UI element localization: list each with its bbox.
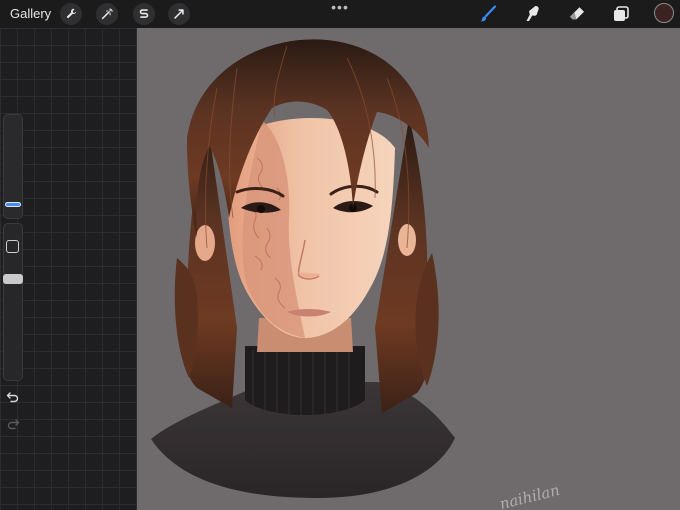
portrait-artwork bbox=[151, 39, 455, 498]
color-swatch[interactable] bbox=[654, 3, 674, 23]
undo-icon[interactable] bbox=[5, 389, 21, 405]
selection-s-icon[interactable] bbox=[133, 3, 155, 25]
magic-wand-icon[interactable] bbox=[96, 3, 118, 25]
square-modify-icon[interactable] bbox=[6, 240, 19, 253]
eraser-icon[interactable] bbox=[565, 3, 589, 25]
top-toolbar: Gallery ••• bbox=[0, 0, 680, 28]
brush-icon[interactable] bbox=[476, 3, 500, 25]
gallery-button[interactable]: Gallery bbox=[10, 6, 51, 21]
smudge-icon[interactable] bbox=[521, 3, 545, 25]
turtleneck-collar bbox=[245, 346, 365, 415]
more-options-button[interactable]: ••• bbox=[330, 0, 350, 16]
layers-icon[interactable] bbox=[609, 3, 633, 25]
redo-icon[interactable] bbox=[5, 416, 21, 432]
canvas[interactable]: naihilan bbox=[137, 28, 680, 510]
sidebar bbox=[0, 28, 137, 510]
brush-size-handle[interactable] bbox=[3, 198, 23, 212]
brush-size-bar bbox=[5, 202, 21, 207]
transform-arrow-icon[interactable] bbox=[168, 3, 190, 25]
wrench-icon[interactable] bbox=[60, 3, 82, 25]
brush-opacity-handle[interactable] bbox=[3, 274, 23, 284]
